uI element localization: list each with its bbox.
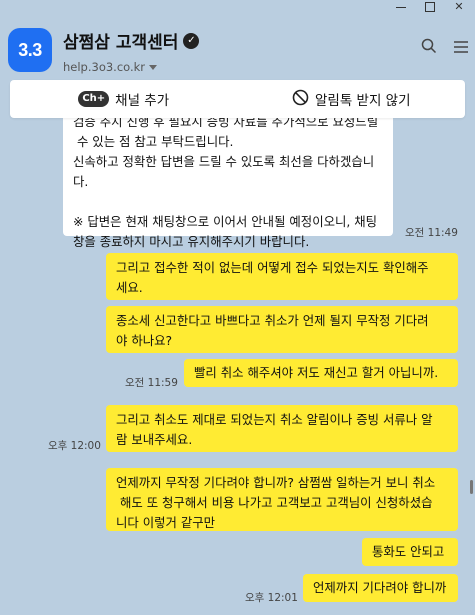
message-time: 오전 11:59 [125,377,178,389]
verified-badge-icon: ✓ [183,32,200,49]
menu-icon[interactable] [453,39,469,58]
message-bubble-sent: 통화도 안되고 [362,538,458,566]
add-channel-label: 채널 추가 [115,93,170,109]
channel-add-icon: Ch+ [78,91,110,107]
message-bubble-sent: 언제까지 무작정 기다려야 합니까? 삼쩜쌈 일하는거 보니 취소 해도 또 청… [106,468,458,531]
scrollbar-thumb[interactable] [470,480,473,494]
message-bubble-sent: 언제까지 기다려야 합니까 [303,574,458,602]
mute-alimtalk-label: 알림톡 받지 않기 [314,93,411,109]
message-bubble-sent: 그리고 취소도 제대로 되었는지 취소 알림이나 증빙 서류나 알 람 보내주세… [106,405,458,452]
channel-url-row[interactable]: help.3o3.co.kr [63,60,199,74]
message-time: 오전 11:49 [405,227,458,239]
header-icons [421,38,469,58]
search-icon[interactable] [421,38,437,58]
message-bubble-sent: 빨리 취소 해주셔야 저도 재신고 할거 아닙니까. [184,359,458,387]
channel-title: 삼쩜삼 고객센터 [63,33,179,53]
message-time: 오후 12:01 [245,592,298,604]
message-time: 오후 12:00 [48,440,101,452]
message-bubble-received: 검증 추지 진행 후 필요시 증빙 자료를 추가적으로 요청드릴 수 있는 점 … [63,106,393,249]
message-bubble-sent: 그리고 접수한 적이 없는데 어떻게 접수 되었는지도 확인해주 세요. [106,253,458,300]
title-row: 삼쩜삼 고객센터 ✓ [63,28,200,53]
mute-alimtalk-button[interactable]: 알림톡 받지 않기 [238,89,466,110]
chevron-down-icon[interactable] [149,64,158,70]
channel-logo[interactable]: 3.3 [8,28,52,72]
block-icon [292,89,309,110]
add-channel-button[interactable]: Ch+ 채널 추가 [10,89,238,109]
channel-url[interactable]: help.3o3.co.kr [63,60,145,74]
message-bubble-sent: 종소세 신고한다고 바쁘다고 취소가 언제 될지 무작정 기다려 야 하나요? [106,306,458,353]
title-block: 삼쩜삼 고객센터 ✓ help.3o3.co.kr [63,28,200,74]
chat-header: 3.3 삼쩜삼 고객센터 ✓ help.3o3.co.kr [0,14,475,74]
channel-action-bar: Ch+ 채널 추가 알림톡 받지 않기 [10,80,465,118]
